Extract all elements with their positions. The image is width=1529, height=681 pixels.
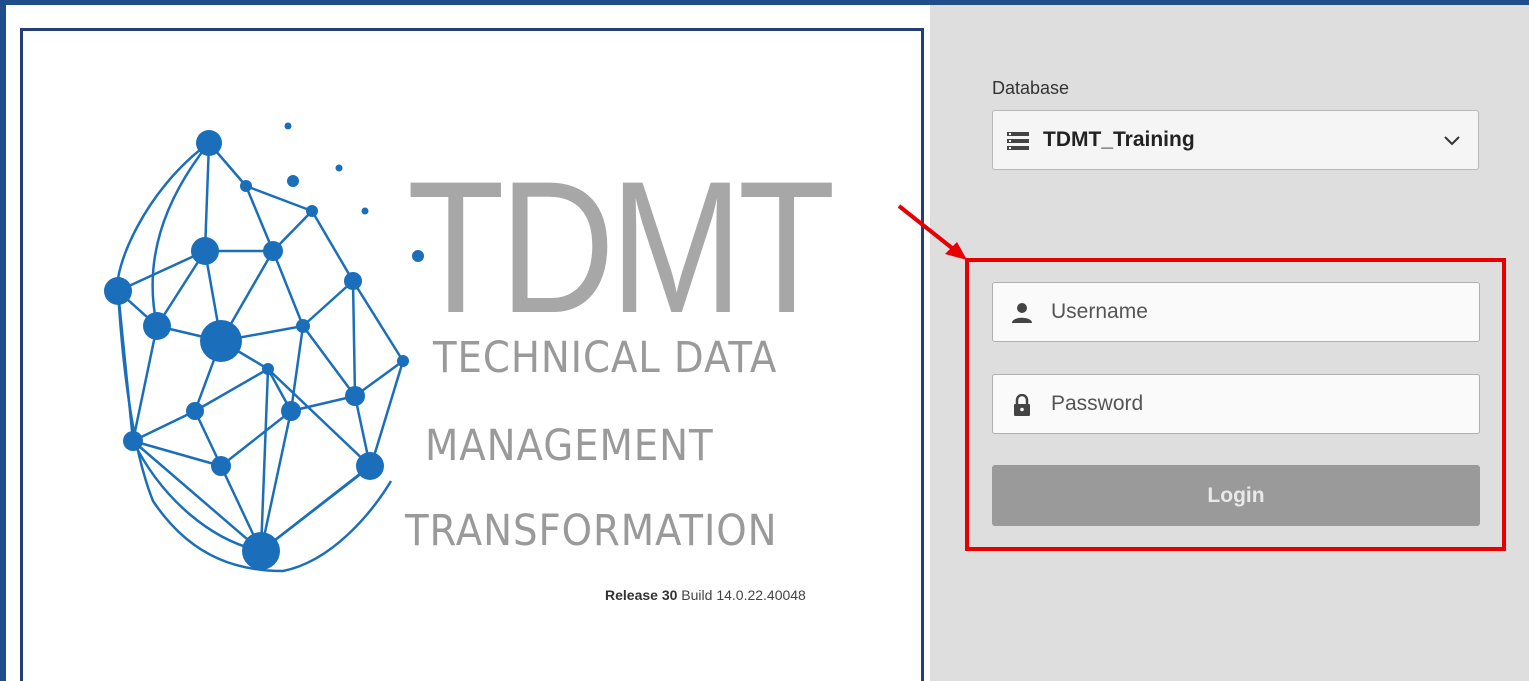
- database-selected-value: TDMT_Training: [1043, 128, 1195, 151]
- brand-title: TDMT: [407, 142, 835, 352]
- lock-icon: [1014, 394, 1030, 416]
- network-globe-logo-icon: [104, 122, 424, 573]
- password-field-wrapper: [992, 374, 1480, 434]
- username-field-wrapper: [992, 282, 1480, 342]
- release-info: Release 30 Build 14.0.22.40048: [605, 587, 806, 603]
- username-input[interactable]: [1051, 293, 1461, 331]
- database-select[interactable]: TDMT_Training: [992, 110, 1479, 170]
- password-input[interactable]: [1051, 385, 1461, 423]
- login-panel: [930, 5, 1529, 681]
- brand-line-transformation: TRANSFORMATION: [405, 506, 778, 556]
- chevron-down-icon: [1444, 136, 1460, 146]
- build-label: Build 14.0.22.40048: [681, 587, 806, 603]
- splash-panel: TDMT TECHNICAL DATA MANAGEMENT TRANSFORM…: [20, 28, 924, 681]
- database-icon: [1007, 132, 1029, 150]
- brand-line-technical-data: TECHNICAL DATA: [433, 333, 778, 383]
- release-label: Release 30: [605, 587, 678, 603]
- brand-line-management: MANAGEMENT: [425, 421, 714, 471]
- database-label: Database: [992, 78, 1070, 98]
- user-icon: [1012, 303, 1032, 323]
- login-button[interactable]: Login: [992, 465, 1480, 526]
